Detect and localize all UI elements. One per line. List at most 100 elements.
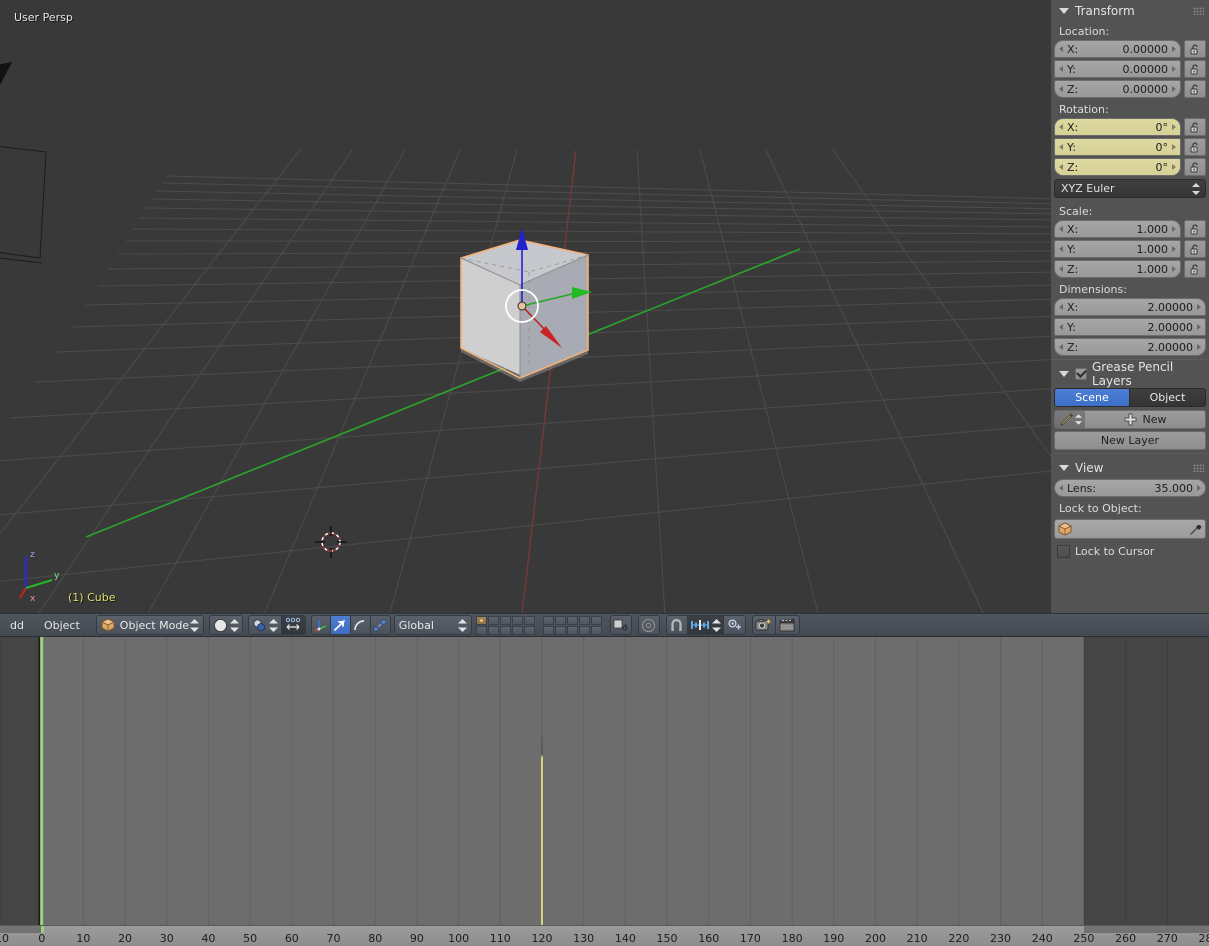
rotation-x-axis-label: X: bbox=[1067, 120, 1079, 134]
location-z-field[interactable]: Z: 0.00000 bbox=[1054, 80, 1181, 98]
layer-cell[interactable] bbox=[487, 615, 499, 625]
layer-cell[interactable] bbox=[554, 615, 566, 625]
grease-pencil-new-row: New bbox=[1054, 410, 1206, 429]
layer-cell[interactable] bbox=[523, 625, 535, 635]
rotation-y-lock-button[interactable] bbox=[1184, 138, 1206, 156]
interaction-mode-dropdown[interactable]: Object Mode bbox=[95, 615, 204, 635]
location-z-lock-button[interactable] bbox=[1184, 80, 1206, 98]
timeline-tick-label: 140 bbox=[614, 932, 636, 945]
layer-cell[interactable] bbox=[475, 615, 487, 625]
snap-element-dropdown[interactable] bbox=[687, 615, 724, 635]
layer-cell[interactable] bbox=[590, 615, 602, 625]
scale-z-field[interactable]: Z: 1.000 bbox=[1054, 260, 1181, 278]
widget-enable-button[interactable] bbox=[310, 615, 331, 635]
layer-cell[interactable] bbox=[499, 615, 511, 625]
dimensions-z-axis-label: Z: bbox=[1067, 340, 1079, 354]
dimensions-z-field[interactable]: Z: 2.00000 bbox=[1054, 338, 1206, 356]
rotation-x-lock-button[interactable] bbox=[1184, 118, 1206, 136]
layer-cell[interactable] bbox=[542, 625, 554, 635]
properties-sidebar[interactable]: Transform Location: X: 0.00000 Y: 0.0000… bbox=[1051, 0, 1209, 613]
view-panel-header[interactable]: View bbox=[1051, 457, 1209, 479]
gp-tab-object[interactable]: Object bbox=[1130, 388, 1206, 407]
layer-cell[interactable] bbox=[566, 615, 578, 625]
grease-pencil-panel-header[interactable]: Grease Pencil Layers bbox=[1051, 360, 1209, 388]
lock-to-cursor-checkbox[interactable] bbox=[1057, 545, 1070, 558]
layer-cell[interactable] bbox=[523, 615, 535, 625]
location-x-lock-button[interactable] bbox=[1184, 40, 1206, 58]
menu-object[interactable]: Object bbox=[34, 614, 90, 636]
dimensions-row-x: X: 2.00000 bbox=[1051, 298, 1209, 316]
gp-tab-scene[interactable]: Scene bbox=[1054, 388, 1130, 407]
rotation-y-field[interactable]: Y: 0° bbox=[1054, 138, 1181, 156]
menu-add[interactable]: dd bbox=[0, 614, 34, 636]
timeline-tick-label: 80 bbox=[368, 932, 383, 945]
lens-field[interactable]: Lens: 35.000 bbox=[1054, 479, 1206, 497]
manipulator-toggle-button[interactable] bbox=[281, 615, 306, 635]
timeline-tick-label: 60 bbox=[284, 932, 299, 945]
lock-layers-button[interactable] bbox=[609, 615, 632, 635]
snap-target-button[interactable] bbox=[723, 615, 746, 635]
viewport-header-toolbar[interactable]: dd Object Object Mode Global bbox=[0, 613, 1209, 637]
layer-cell[interactable] bbox=[499, 625, 511, 635]
layer-cell[interactable] bbox=[511, 625, 523, 635]
rotation-z-field[interactable]: Z: 0° bbox=[1054, 158, 1181, 176]
gp-datablock-selector[interactable] bbox=[1055, 411, 1085, 428]
proportional-edit-button[interactable] bbox=[637, 615, 660, 635]
layer-cell[interactable] bbox=[511, 615, 523, 625]
pivot-point-dropdown[interactable] bbox=[247, 615, 282, 635]
transform-panel-header[interactable]: Transform bbox=[1051, 0, 1209, 22]
layer-cell[interactable] bbox=[578, 615, 590, 625]
timeline-ruler[interactable]: -10 0 10 20 30 40 50 60 70 80 90 100 110 120 130 140 150… bbox=[0, 925, 1209, 946]
eyedropper-icon[interactable] bbox=[1188, 522, 1202, 536]
dimensions-x-field[interactable]: X: 2.00000 bbox=[1054, 298, 1206, 316]
viewport-shading-dropdown[interactable] bbox=[208, 615, 243, 635]
3d-viewport[interactable]: User Persp (1) Cube z y x bbox=[0, 0, 1051, 613]
mini-axis-gizmo: z y x bbox=[19, 550, 60, 603]
location-y-lock-button[interactable] bbox=[1184, 60, 1206, 78]
rotate-arc-icon bbox=[354, 620, 365, 631]
location-y-field[interactable]: Y: 0.00000 bbox=[1054, 60, 1181, 78]
scale-y-field[interactable]: Y: 1.000 bbox=[1054, 240, 1181, 258]
layer-cell[interactable] bbox=[554, 625, 566, 635]
layer-cell[interactable] bbox=[475, 625, 487, 635]
collapse-triangle-icon[interactable] bbox=[1059, 465, 1069, 471]
scale-x-lock-button[interactable] bbox=[1184, 220, 1206, 238]
layer-cell[interactable] bbox=[566, 625, 578, 635]
timeline-tick-label: 90 bbox=[409, 932, 424, 945]
scene-layers-group-a[interactable] bbox=[475, 615, 535, 635]
lock-to-cursor-row[interactable]: Lock to Cursor bbox=[1051, 541, 1209, 558]
gp-new-button[interactable]: New bbox=[1085, 411, 1205, 428]
scale-z-lock-button[interactable] bbox=[1184, 260, 1206, 278]
translate-arrow-icon bbox=[334, 620, 346, 631]
rotation-mode-dropdown[interactable]: XYZ Euler bbox=[1054, 179, 1206, 198]
lock-to-object-field[interactable] bbox=[1054, 519, 1206, 539]
transform-orientation-dropdown[interactable]: Global bbox=[393, 615, 472, 635]
layer-cell[interactable] bbox=[578, 625, 590, 635]
dimensions-y-field[interactable]: Y: 2.00000 bbox=[1054, 318, 1206, 336]
widget-rotate-button[interactable] bbox=[350, 615, 371, 635]
render-animation-button[interactable] bbox=[775, 615, 800, 635]
widget-translate-button[interactable] bbox=[330, 615, 351, 635]
layer-cell[interactable] bbox=[542, 615, 554, 625]
grease-pencil-enable-checkbox[interactable] bbox=[1075, 368, 1087, 380]
layer-cell[interactable] bbox=[590, 625, 602, 635]
render-image-button[interactable] bbox=[751, 615, 776, 635]
collapse-triangle-icon[interactable] bbox=[1059, 371, 1069, 377]
scene-layers-group-b[interactable] bbox=[542, 615, 602, 635]
snap-toggle-button[interactable] bbox=[665, 615, 688, 635]
rotation-z-lock-button[interactable] bbox=[1184, 158, 1206, 176]
timeline-tick-label: 260 bbox=[1115, 932, 1137, 945]
widget-scale-button[interactable] bbox=[370, 615, 391, 635]
location-x-field[interactable]: X: 0.00000 bbox=[1054, 40, 1181, 58]
rotation-z-axis-label: Z: bbox=[1067, 160, 1079, 174]
gp-new-layer-button[interactable]: New Layer bbox=[1054, 431, 1206, 450]
timeline-canvas[interactable] bbox=[0, 637, 1209, 925]
rotation-x-field[interactable]: X: 0° bbox=[1054, 118, 1181, 136]
scale-y-lock-button[interactable] bbox=[1184, 240, 1206, 258]
scale-x-field[interactable]: X: 1.000 bbox=[1054, 220, 1181, 238]
timeline-playhead-ruler[interactable] bbox=[40, 926, 44, 933]
timeline-editor[interactable]: -10 0 10 20 30 40 50 60 70 80 90 100 110 120 130 140 150… bbox=[0, 637, 1209, 946]
timeline-tick-label: 150 bbox=[656, 932, 678, 945]
collapse-triangle-icon[interactable] bbox=[1059, 8, 1069, 14]
layer-cell[interactable] bbox=[487, 625, 499, 635]
